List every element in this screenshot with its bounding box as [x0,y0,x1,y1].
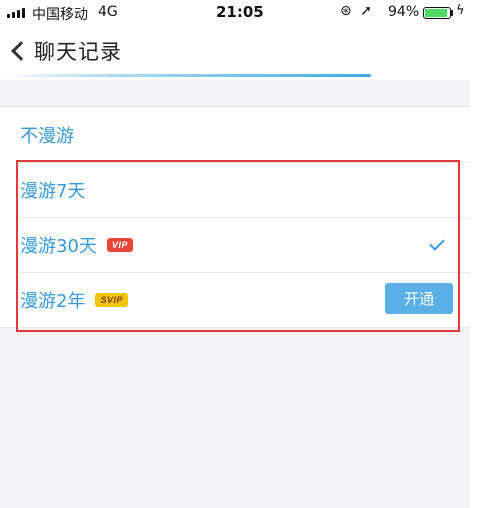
signal-icon [7,8,29,18]
status-icons: ⊛ ➚ [340,3,372,19]
checkmark-icon [429,235,445,251]
option-label: 漫游2年 [20,290,86,312]
chevron-left-icon [11,41,31,61]
location-arrow-icon: ➚ [360,3,372,19]
back-button[interactable]: 聊天记录 [8,34,128,68]
clock: 21:05 [216,3,264,21]
option-roaming-7-days[interactable]: 漫游7天 [0,162,470,217]
open-svip-button[interactable]: 开通 [385,283,453,314]
option-roaming-2-years[interactable]: 漫游2年 SVIP 开通 [0,272,470,327]
right-edge-strip [470,0,499,508]
option-label: 漫游7天 [20,180,86,202]
status-bar: 中国移动 4G 21:05 ⊛ ➚ 94% ϟ [0,0,470,26]
vip-badge: VIP [106,237,133,252]
roaming-options-list: 不漫游 漫游7天 漫游30天 VIP 漫游2年 SVIP 开通 [0,106,470,328]
carrier-name: 中国移动 [32,7,88,23]
battery-tip [451,10,453,16]
page-title: 聊天记录 [34,40,122,64]
battery-icon [423,7,451,19]
svip-badge: SVIP [95,292,128,307]
charging-icon: ϟ [456,3,465,18]
option-no-roaming[interactable]: 不漫游 [0,107,470,162]
battery-fill [425,9,447,17]
loading-progress-bar [0,74,372,77]
battery-percent: 94% [388,4,420,20]
nav-bar: 聊天记录 [0,26,470,80]
option-roaming-30-days[interactable]: 漫游30天 VIP [0,217,470,272]
network-type: 4G [98,4,118,20]
rotation-lock-icon: ⊛ [340,3,352,19]
option-label: 漫游30天 [20,235,97,257]
option-label: 不漫游 [20,125,74,147]
